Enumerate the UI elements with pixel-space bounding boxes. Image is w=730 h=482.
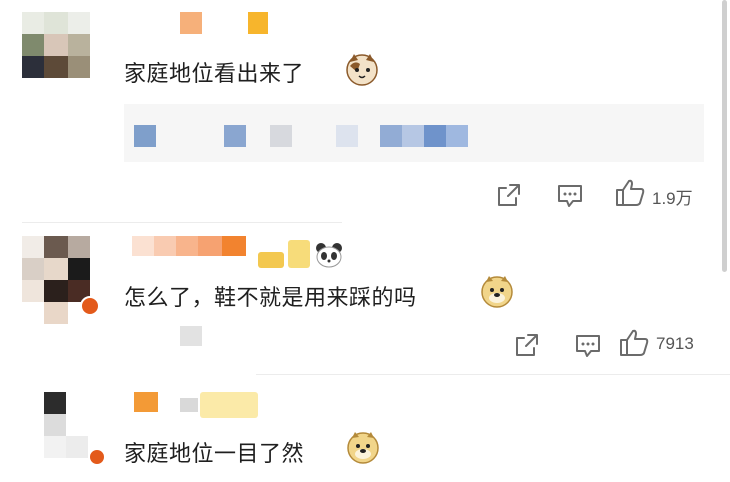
vip-badge [248, 12, 268, 34]
comment-icon[interactable] [556, 183, 584, 209]
like-count: 7913 [656, 334, 694, 353]
username[interactable] [180, 12, 202, 34]
divider [22, 222, 342, 223]
quote-block[interactable] [124, 104, 704, 162]
avatar[interactable] [44, 392, 92, 460]
panda-icon [314, 242, 344, 272]
comment-text: 怎么了，鞋不就是用来踩的吗 [124, 286, 417, 311]
verified-badge [88, 448, 106, 466]
cat-emoji [346, 54, 378, 86]
pixelated-image[interactable] [180, 326, 202, 346]
fan-badge [288, 240, 310, 268]
share-icon[interactable] [514, 332, 540, 358]
doge-emoji [347, 432, 379, 464]
like-icon[interactable] [618, 328, 650, 358]
comment-text: 家庭地位看出来了 [124, 62, 305, 87]
like-icon[interactable] [614, 178, 646, 208]
vip-badge [258, 252, 284, 268]
avatar[interactable] [22, 12, 94, 80]
doge-emoji [481, 276, 513, 308]
like-count: 1.9万 [652, 189, 693, 208]
comment-icon[interactable] [574, 333, 602, 359]
share-icon[interactable] [496, 182, 522, 208]
scrollbar[interactable] [722, 0, 727, 272]
divider [256, 374, 730, 375]
vip-badge [200, 392, 258, 418]
verified-badge [80, 296, 100, 316]
comment-text: 家庭地位一目了然 [124, 442, 305, 467]
